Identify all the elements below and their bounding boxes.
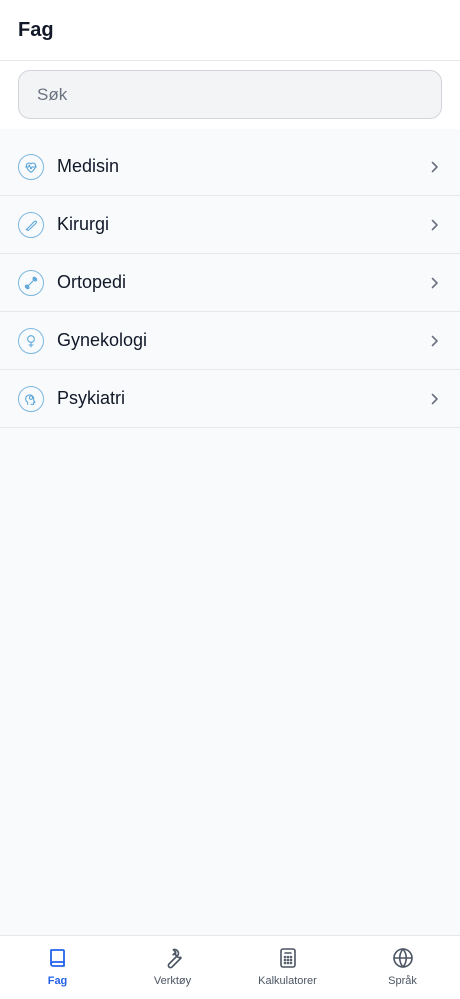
list-item-psykiatri[interactable]: Psykiatri — [0, 370, 460, 428]
list-item-medisin[interactable]: Medisin — [0, 138, 460, 196]
chevron-right-icon — [430, 334, 440, 348]
chevron-right-icon — [430, 276, 440, 290]
book-icon — [45, 945, 71, 971]
chevron-right-icon — [430, 218, 440, 232]
calculator-icon — [275, 945, 301, 971]
list-item-label: Kirurgi — [57, 214, 110, 234]
chevron-right-icon — [430, 392, 440, 406]
scalpel-icon — [18, 211, 44, 238]
app-header: Fag — [0, 0, 460, 61]
tab-label: Fag — [47, 975, 68, 987]
tab-label: Språk — [388, 975, 417, 987]
wrench-icon — [160, 945, 186, 971]
list-item-kirurgi[interactable]: Kirurgi — [0, 196, 460, 254]
list-item-ortopedi[interactable]: Ortopedi — [0, 254, 460, 312]
list-item-label: Gynekologi — [57, 330, 148, 350]
tab-kalkulatorer[interactable]: Kalkulatorer — [230, 936, 345, 999]
list-item-label: Psykiatri — [57, 388, 126, 408]
subject-list: Medisin Kirurgi Ortopedi Gynekologi Psyk… — [0, 138, 460, 428]
tab-fag[interactable]: Fag — [0, 936, 115, 999]
tab-label: Kalkulatorer — [258, 975, 317, 987]
bottom-tab-bar: Fag Verktøy Kalkulatorer Språk — [0, 935, 460, 999]
tab-label: Verktøy — [153, 975, 192, 987]
list-item-label: Medisin — [57, 156, 120, 176]
chevron-right-icon — [430, 160, 440, 174]
page-title: Fag — [18, 18, 54, 41]
search-container — [0, 61, 460, 129]
tab-verktoy[interactable]: Verktøy — [115, 936, 230, 999]
search-input[interactable] — [37, 84, 441, 105]
head-brain-icon — [18, 385, 44, 412]
tab-sprak[interactable]: Språk — [345, 936, 460, 999]
heart-pulse-icon — [18, 153, 44, 180]
globe-icon — [390, 945, 416, 971]
search-box[interactable] — [18, 70, 442, 119]
female-symbol-icon — [18, 327, 44, 354]
list-item-gynekologi[interactable]: Gynekologi — [0, 312, 460, 370]
bone-icon — [18, 269, 44, 296]
list-item-label: Ortopedi — [57, 272, 127, 292]
